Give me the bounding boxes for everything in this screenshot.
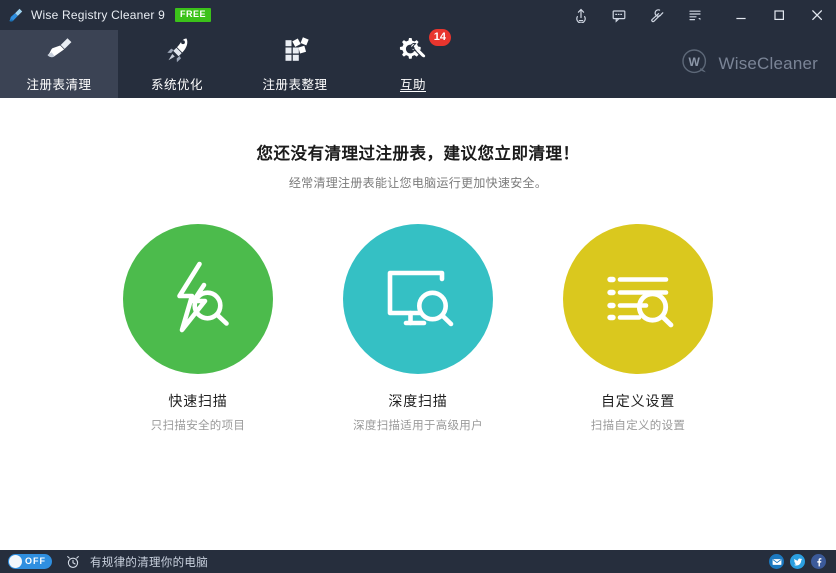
maximize-icon[interactable]	[760, 0, 798, 30]
tab-registry-defrag-label: 注册表整理	[262, 74, 327, 93]
main-content: 您还没有清理过注册表，建议您立即清理！ 经常清理注册表能让您电脑运行更加快速安全…	[0, 98, 836, 550]
tab-mutual-help-label: 互助	[400, 74, 426, 93]
page-headline: 您还没有清理过注册表，建议您立即清理！	[0, 140, 836, 164]
social-links	[769, 554, 826, 569]
tab-mutual-help[interactable]: 14 互助	[354, 30, 472, 98]
action-quick-scan[interactable]: 快速扫描 只扫描安全的项目	[123, 224, 273, 433]
free-badge: FREE	[175, 8, 211, 22]
twitter-icon[interactable]	[790, 554, 805, 569]
menu-icon[interactable]	[676, 0, 714, 30]
action-custom-settings[interactable]: 自定义设置 扫描自定义的设置	[563, 224, 713, 433]
toggle-state-label: OFF	[25, 554, 46, 569]
broom-icon	[41, 35, 77, 67]
mutual-help-badge: 14	[429, 29, 451, 46]
action-deep-scan[interactable]: 深度扫描 深度扫描适用于高级用户	[343, 224, 493, 433]
tab-system-tuneup[interactable]: 系统优化	[118, 30, 236, 98]
scan-actions: 快速扫描 只扫描安全的项目 深度扫描	[0, 224, 836, 433]
tab-system-tuneup-label: 系统优化	[151, 74, 203, 93]
upgrade-icon[interactable]	[562, 0, 600, 30]
custom-settings-desc: 扫描自定义的设置	[591, 417, 685, 433]
app-window: Wise Registry Cleaner 9 FREE	[0, 0, 836, 573]
window-title: Wise Registry Cleaner 9	[31, 8, 165, 22]
email-icon[interactable]	[769, 554, 784, 569]
list-search-icon	[592, 251, 684, 348]
quick-scan-desc: 只扫描安全的项目	[151, 417, 245, 433]
main-nav: 注册表清理 系统优化	[0, 30, 836, 98]
quick-scan-circle[interactable]	[123, 224, 273, 374]
toggle-knob	[9, 555, 22, 568]
title-bar-controls	[562, 0, 836, 30]
minimize-icon[interactable]	[722, 0, 760, 30]
deep-scan-title: 深度扫描	[388, 391, 447, 411]
quick-scan-title: 快速扫描	[168, 391, 227, 411]
schedule-toggle[interactable]: OFF	[8, 554, 52, 569]
facebook-icon[interactable]	[811, 554, 826, 569]
page-subheadline: 经常清理注册表能让您电脑运行更加快速安全。	[0, 174, 836, 191]
title-bar-left: Wise Registry Cleaner 9 FREE	[0, 7, 211, 23]
custom-settings-title: 自定义设置	[601, 391, 675, 411]
monitor-search-icon	[372, 251, 464, 348]
wisecleaner-brand-text: WiseCleaner	[718, 54, 818, 74]
tab-registry-cleaner[interactable]: 注册表清理	[0, 30, 118, 98]
wisecleaner-logo-icon: W	[680, 47, 710, 82]
status-bar: OFF 有规律的清理你的电脑	[0, 550, 836, 573]
alarm-clock-icon	[66, 555, 80, 569]
deep-scan-circle[interactable]	[343, 224, 493, 374]
custom-settings-circle[interactable]	[563, 224, 713, 374]
broom-app-icon	[8, 7, 24, 23]
defrag-tiles-icon	[277, 35, 313, 67]
title-bar: Wise Registry Cleaner 9 FREE	[0, 0, 836, 30]
wisecleaner-brand: W WiseCleaner	[680, 30, 836, 98]
tab-registry-defrag[interactable]: 注册表整理	[236, 30, 354, 98]
lightning-search-icon	[152, 251, 244, 348]
rocket-icon	[159, 35, 195, 67]
svg-text:W: W	[689, 55, 701, 69]
close-icon[interactable]	[798, 0, 836, 30]
feedback-icon[interactable]	[600, 0, 638, 30]
tab-registry-cleaner-label: 注册表清理	[26, 74, 91, 93]
support-icon[interactable]	[638, 0, 676, 30]
gear-wrench-icon: 14	[395, 35, 431, 67]
status-bar-text: 有规律的清理你的电脑	[90, 554, 208, 570]
titlebar-spacer	[714, 0, 722, 30]
deep-scan-desc: 深度扫描适用于高级用户	[353, 417, 483, 433]
